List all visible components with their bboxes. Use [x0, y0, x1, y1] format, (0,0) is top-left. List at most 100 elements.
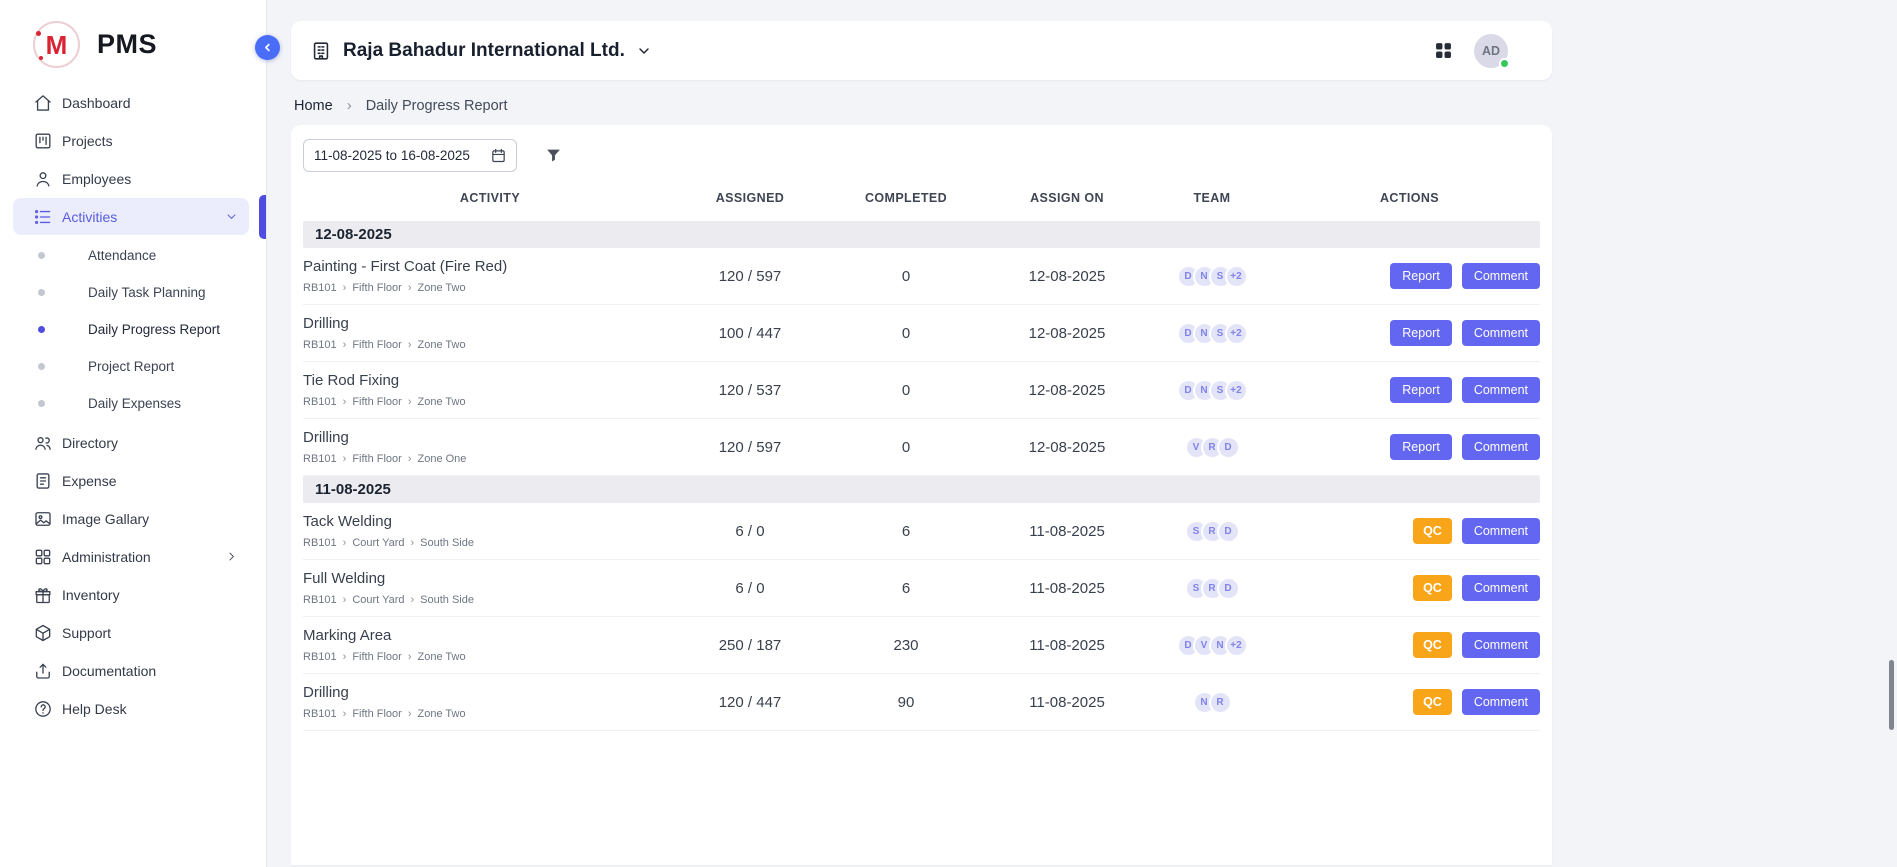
- activity-title: Marking Area: [303, 627, 677, 644]
- path-segment: Zone Two: [418, 651, 466, 663]
- comment-button[interactable]: Comment: [1462, 518, 1540, 544]
- sidebar-collapse-button[interactable]: [255, 35, 280, 60]
- column-header-activity: ACTIVITY: [303, 191, 677, 205]
- scrollbar-thumb[interactable]: [1889, 660, 1894, 730]
- team-avatar[interactable]: R: [1209, 691, 1232, 714]
- column-header-assigned: ASSIGNED: [677, 191, 823, 205]
- employees-icon: [33, 169, 53, 189]
- qc-button[interactable]: QC: [1413, 632, 1452, 658]
- bullet-dot: [38, 400, 45, 407]
- user-avatar[interactable]: AD: [1474, 34, 1508, 68]
- activity-path: RB101›Fifth Floor›Zone Two: [303, 651, 677, 663]
- team-avatar[interactable]: D: [1217, 436, 1240, 459]
- date-range-input[interactable]: 11-08-2025 to 16-08-2025: [303, 139, 517, 172]
- actions-cell: Report Comment: [1279, 377, 1540, 403]
- column-header-completed: COMPLETED: [823, 191, 989, 205]
- team-more-chip[interactable]: +2: [1225, 265, 1248, 288]
- main-content: Raja Bahadur International Ltd. AD Home …: [267, 0, 1897, 867]
- path-segment: RB101: [303, 537, 337, 549]
- path-segment: RB101: [303, 339, 337, 351]
- apps-grid-icon[interactable]: [1433, 40, 1454, 61]
- breadcrumb-home[interactable]: Home: [294, 98, 333, 114]
- sidebar-item-directory[interactable]: Directory: [13, 424, 249, 461]
- team-cell: DVN+2: [1145, 634, 1279, 657]
- online-status-dot: [1499, 58, 1510, 69]
- sidebar-item-administration[interactable]: Administration: [13, 538, 249, 575]
- report-button[interactable]: Report: [1390, 377, 1452, 403]
- assign-on-cell: 11-08-2025: [989, 523, 1145, 540]
- sidebar-item-label: Image Gallary: [62, 511, 149, 527]
- filter-icon[interactable]: [544, 146, 563, 165]
- sidebar-item-image-gallary[interactable]: Image Gallary: [13, 500, 249, 537]
- team-more-chip[interactable]: +2: [1225, 379, 1248, 402]
- completed-cell: 6: [823, 580, 989, 597]
- sidebar-item-documentation[interactable]: Documentation: [13, 652, 249, 689]
- gallery-icon: [33, 509, 53, 529]
- comment-button[interactable]: Comment: [1462, 320, 1540, 346]
- building-icon: [310, 40, 332, 62]
- qc-button[interactable]: QC: [1413, 575, 1452, 601]
- sidebar-item-label: Support: [62, 625, 111, 641]
- directory-icon: [33, 433, 53, 453]
- sidebar-item-inventory[interactable]: Inventory: [13, 576, 249, 613]
- sidebar-item-help-desk[interactable]: Help Desk: [13, 690, 249, 727]
- qc-button[interactable]: QC: [1413, 518, 1452, 544]
- comment-button[interactable]: Comment: [1462, 377, 1540, 403]
- assign-on-cell: 12-08-2025: [989, 325, 1145, 342]
- activity-cell: DrillingRB101›Fifth Floor›Zone Two: [303, 684, 677, 720]
- report-button[interactable]: Report: [1390, 263, 1452, 289]
- activity-title: Painting - First Coat (Fire Red): [303, 258, 677, 275]
- assigned-cell: 120 / 597: [677, 439, 823, 456]
- administration-icon: [33, 547, 53, 567]
- path-segment: South Side: [420, 594, 474, 606]
- team-more-chip[interactable]: +2: [1225, 634, 1248, 657]
- path-segment: RB101: [303, 708, 337, 720]
- logo-letter: M: [46, 32, 68, 58]
- chevron-right-icon: ›: [408, 708, 412, 720]
- actions-cell: QC Comment: [1279, 689, 1540, 715]
- table-row: DrillingRB101›Fifth Floor›Zone Two120 / …: [303, 674, 1540, 731]
- path-segment: RB101: [303, 282, 337, 294]
- actions-cell: Report Comment: [1279, 434, 1540, 460]
- sidebar-subitem-daily-expenses[interactable]: Daily Expenses: [0, 385, 266, 422]
- team-more-chip[interactable]: +2: [1225, 322, 1248, 345]
- report-button[interactable]: Report: [1390, 320, 1452, 346]
- team-avatar[interactable]: D: [1217, 520, 1240, 543]
- column-header-assign-on: ASSIGN ON: [989, 191, 1145, 205]
- path-segment: Fifth Floor: [352, 339, 402, 351]
- comment-button[interactable]: Comment: [1462, 689, 1540, 715]
- actions-cell: Report Comment: [1279, 320, 1540, 346]
- activities-submenu: Attendance Daily Task PlanningDaily Progr…: [0, 236, 266, 424]
- sidebar-subitem-project-report[interactable]: Project Report: [0, 348, 266, 385]
- activity-cell: DrillingRB101›Fifth Floor›Zone Two: [303, 315, 677, 351]
- home-icon: [33, 93, 53, 113]
- sidebar-item-dashboard[interactable]: Dashboard: [13, 84, 249, 121]
- report-button[interactable]: Report: [1390, 434, 1452, 460]
- breadcrumb-current: Daily Progress Report: [366, 98, 508, 114]
- activity-path: RB101›Court Yard›South Side: [303, 537, 677, 549]
- assign-on-cell: 11-08-2025: [989, 694, 1145, 711]
- team-avatar[interactable]: D: [1217, 577, 1240, 600]
- sidebar-item-activities[interactable]: Activities: [13, 198, 249, 235]
- bullet-dot: [38, 363, 45, 370]
- path-segment: Zone Two: [418, 708, 466, 720]
- sidebar-item-expense[interactable]: Expense: [13, 462, 249, 499]
- qc-button[interactable]: QC: [1413, 689, 1452, 715]
- sidebar-item-employees[interactable]: Employees: [13, 160, 249, 197]
- activities-icon: [33, 207, 53, 227]
- activity-cell: DrillingRB101›Fifth Floor›Zone One: [303, 429, 677, 465]
- sidebar-item-projects[interactable]: Projects: [13, 122, 249, 159]
- column-header-team: TEAM: [1145, 191, 1279, 205]
- chevron-down-icon: [636, 43, 652, 59]
- sidebar-item-support[interactable]: Support: [13, 614, 249, 651]
- comment-button[interactable]: Comment: [1462, 263, 1540, 289]
- company-name: Raja Bahadur International Ltd.: [343, 40, 625, 62]
- sidebar-subitem-attendance[interactable]: Attendance: [0, 237, 266, 274]
- submenu-item-label: Attendance: [88, 248, 156, 263]
- comment-button[interactable]: Comment: [1462, 632, 1540, 658]
- comment-button[interactable]: Comment: [1462, 575, 1540, 601]
- company-selector[interactable]: Raja Bahadur International Ltd.: [310, 40, 652, 62]
- sidebar-subitem-daily-task-planning[interactable]: Daily Task Planning: [0, 274, 266, 311]
- comment-button[interactable]: Comment: [1462, 434, 1540, 460]
- sidebar-subitem-daily-progress-report[interactable]: Daily Progress Report: [0, 311, 266, 348]
